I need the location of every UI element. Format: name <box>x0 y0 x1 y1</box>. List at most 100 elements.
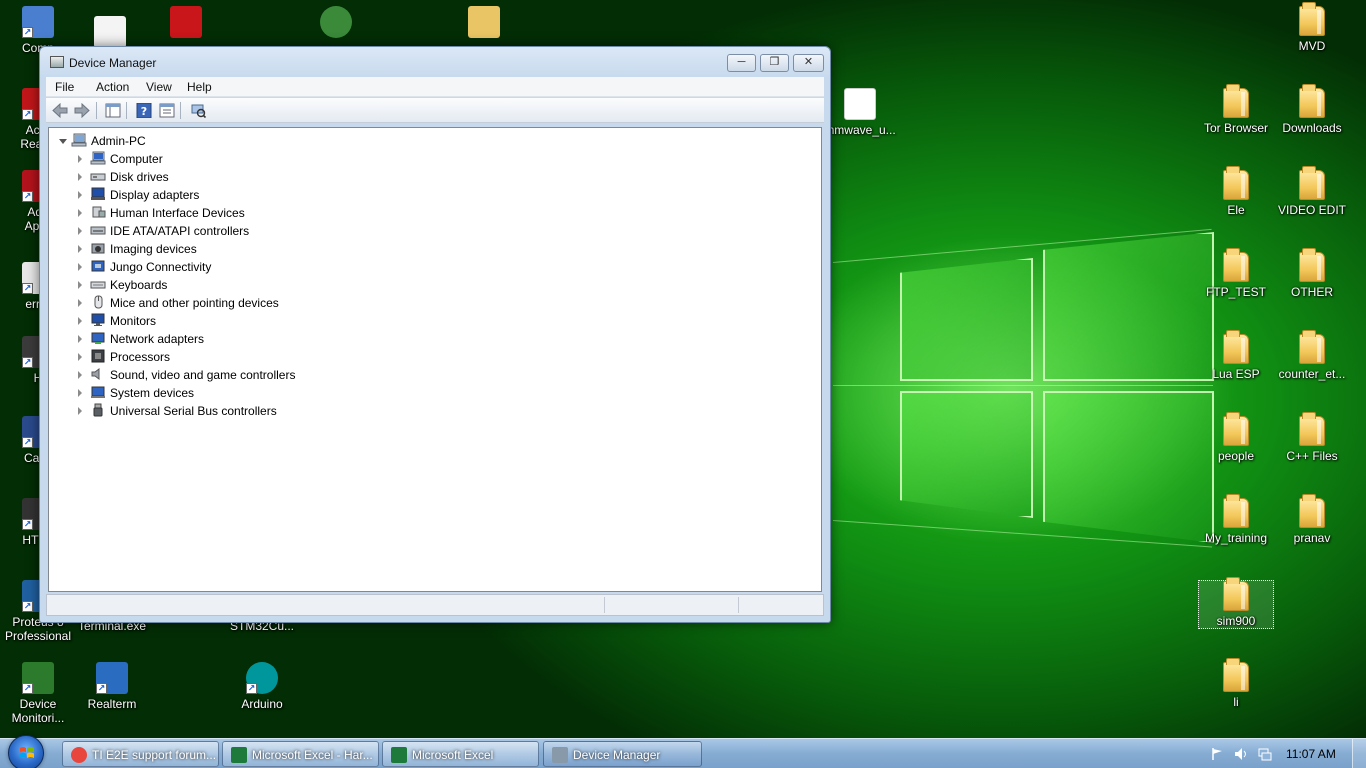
expander-closed[interactable] <box>78 317 82 325</box>
minimize-button[interactable]: ─ <box>727 54 756 72</box>
forward-icon[interactable] <box>74 103 90 118</box>
ide-controller-icon <box>90 226 106 235</box>
start-button[interactable] <box>8 735 44 768</box>
folder-icon <box>1223 577 1249 611</box>
shortcut-arrow-icon: ↗ <box>22 519 33 530</box>
windows-logo-icon <box>20 747 34 758</box>
expander-closed[interactable] <box>78 191 82 199</box>
desktop-icon-label: Downloads <box>1282 121 1342 135</box>
status-divider <box>738 597 739 613</box>
desktop-shortcut-icon[interactable] <box>170 6 202 38</box>
expander-closed[interactable] <box>78 227 82 235</box>
clock[interactable]: 11:07 AM <box>1286 747 1336 761</box>
desktop-folder[interactable]: counter_et... <box>1274 330 1350 381</box>
expander-closed[interactable] <box>78 371 82 379</box>
restore-button[interactable]: ❐ <box>760 54 789 72</box>
expander-closed[interactable] <box>78 245 82 253</box>
expander-closed[interactable] <box>78 209 82 217</box>
folder-icon <box>1223 248 1249 282</box>
expander-closed[interactable] <box>78 335 82 343</box>
folder-icon <box>1299 84 1325 118</box>
shortcut-arrow-icon: ↗ <box>22 283 33 294</box>
usb-icon <box>93 403 103 417</box>
expander-closed[interactable] <box>78 389 82 397</box>
show-desktop-button[interactable] <box>1352 739 1366 768</box>
expander-open[interactable] <box>59 139 67 144</box>
desktop-folder[interactable]: Downloads <box>1274 84 1350 135</box>
keyboard-icon <box>90 281 106 289</box>
taskbar-button[interactable]: Microsoft Excel - Har... <box>222 741 379 767</box>
desktop-icon[interactable]: ↗ Arduino <box>224 662 300 711</box>
desktop-folder[interactable]: OTHER <box>1274 248 1350 299</box>
expander-closed[interactable] <box>78 407 82 415</box>
shortcut-arrow-icon: ↗ <box>22 191 33 202</box>
system-device-icon <box>91 386 105 398</box>
expander-closed[interactable] <box>78 263 82 271</box>
menu-action[interactable]: Action <box>92 80 133 94</box>
network-icon[interactable] <box>1258 747 1272 761</box>
desktop-folder[interactable]: My_training <box>1198 494 1274 545</box>
desktop-folder[interactable]: people <box>1198 412 1274 463</box>
menu-help[interactable]: Help <box>183 80 216 94</box>
shortcut-arrow-icon: ↗ <box>22 27 33 38</box>
desktop-icon[interactable]: ↗ Device Monitori... <box>0 662 76 725</box>
desktop-icon-label: FTP_TEST <box>1205 285 1266 299</box>
shortcut-arrow-icon: ↗ <box>246 683 257 694</box>
folder-icon <box>1299 166 1325 200</box>
tree-node-label: Sound, video and game controllers <box>110 368 296 382</box>
desktop-folder[interactable]: Tor Browser <box>1198 84 1274 135</box>
jungo-icon <box>91 260 105 272</box>
desktop-icon-label: VIDEO EDIT <box>1277 203 1346 217</box>
back-icon[interactable] <box>52 103 68 118</box>
folder-icon <box>1299 412 1325 446</box>
shortcut-arrow-icon: ↗ <box>22 357 33 368</box>
desktop-folder[interactable]: li <box>1198 658 1274 709</box>
title-bar[interactable]: Device Manager ─ ❐ ✕ <box>40 47 830 77</box>
desktop-icon-label: Lua ESP <box>1212 367 1260 381</box>
expander-closed[interactable] <box>78 155 82 163</box>
close-button[interactable]: ✕ <box>793 54 824 72</box>
network-adapter-icon <box>91 332 105 344</box>
desktop-icon[interactable]: ↗ Realterm <box>74 662 150 711</box>
action-center-flag-icon[interactable] <box>1210 747 1224 761</box>
expander-closed[interactable] <box>78 173 82 181</box>
desktop-icon[interactable]: mmwave_u... <box>822 88 898 137</box>
taskbar-button[interactable]: Microsoft Excel <box>382 741 539 767</box>
realterm-icon: ↗ <box>96 662 128 694</box>
scan-hardware-icon[interactable] <box>190 103 206 118</box>
desktop-icon-label: Arduino <box>241 697 283 711</box>
status-bar <box>46 594 824 616</box>
desktop-folder[interactable]: VIDEO EDIT <box>1274 166 1350 217</box>
expander-closed[interactable] <box>78 299 82 307</box>
desktop-folder[interactable]: MVD <box>1274 2 1350 53</box>
menu-view[interactable]: View <box>142 80 176 94</box>
taskbar-button[interactable]: Device Manager <box>543 741 702 767</box>
desktop-folder[interactable]: C++ Files <box>1274 412 1350 463</box>
toolbar: ? <box>46 98 824 123</box>
desktop-icon-label: pranav <box>1293 531 1331 545</box>
taskbar-button[interactable]: TI E2E support forum... <box>62 741 219 767</box>
folder-icon <box>1223 494 1249 528</box>
desktop-shortcut-icon[interactable] <box>94 16 126 48</box>
desktop-folder[interactable]: Lua ESP <box>1198 330 1274 381</box>
menu-bar: File Action View Help <box>46 77 824 97</box>
desktop-folder[interactable]: FTP_TEST <box>1198 248 1274 299</box>
desktop-shortcut-icon[interactable] <box>468 6 500 38</box>
desktop-shortcut-icon[interactable] <box>320 6 352 38</box>
tree-node-label: Mice and other pointing devices <box>110 296 279 310</box>
menu-file[interactable]: File <box>51 80 78 94</box>
desktop-folder[interactable]: sim900 <box>1198 577 1274 629</box>
volume-icon[interactable] <box>1234 747 1248 761</box>
desktop-folder[interactable]: pranav <box>1274 494 1350 545</box>
shortcut-arrow-icon: ↗ <box>22 601 33 612</box>
expander-closed[interactable] <box>78 353 82 361</box>
shortcut-arrow-icon: ↗ <box>22 437 33 448</box>
desktop-icon-label: Realterm <box>87 697 137 711</box>
help-icon[interactable]: ? <box>136 103 152 118</box>
properties-icon[interactable] <box>159 103 175 118</box>
show-hide-tree-icon[interactable] <box>105 103 121 118</box>
folder-icon <box>1223 84 1249 118</box>
folder-icon <box>1299 330 1325 364</box>
expander-closed[interactable] <box>78 281 82 289</box>
desktop-folder[interactable]: Ele <box>1198 166 1274 217</box>
